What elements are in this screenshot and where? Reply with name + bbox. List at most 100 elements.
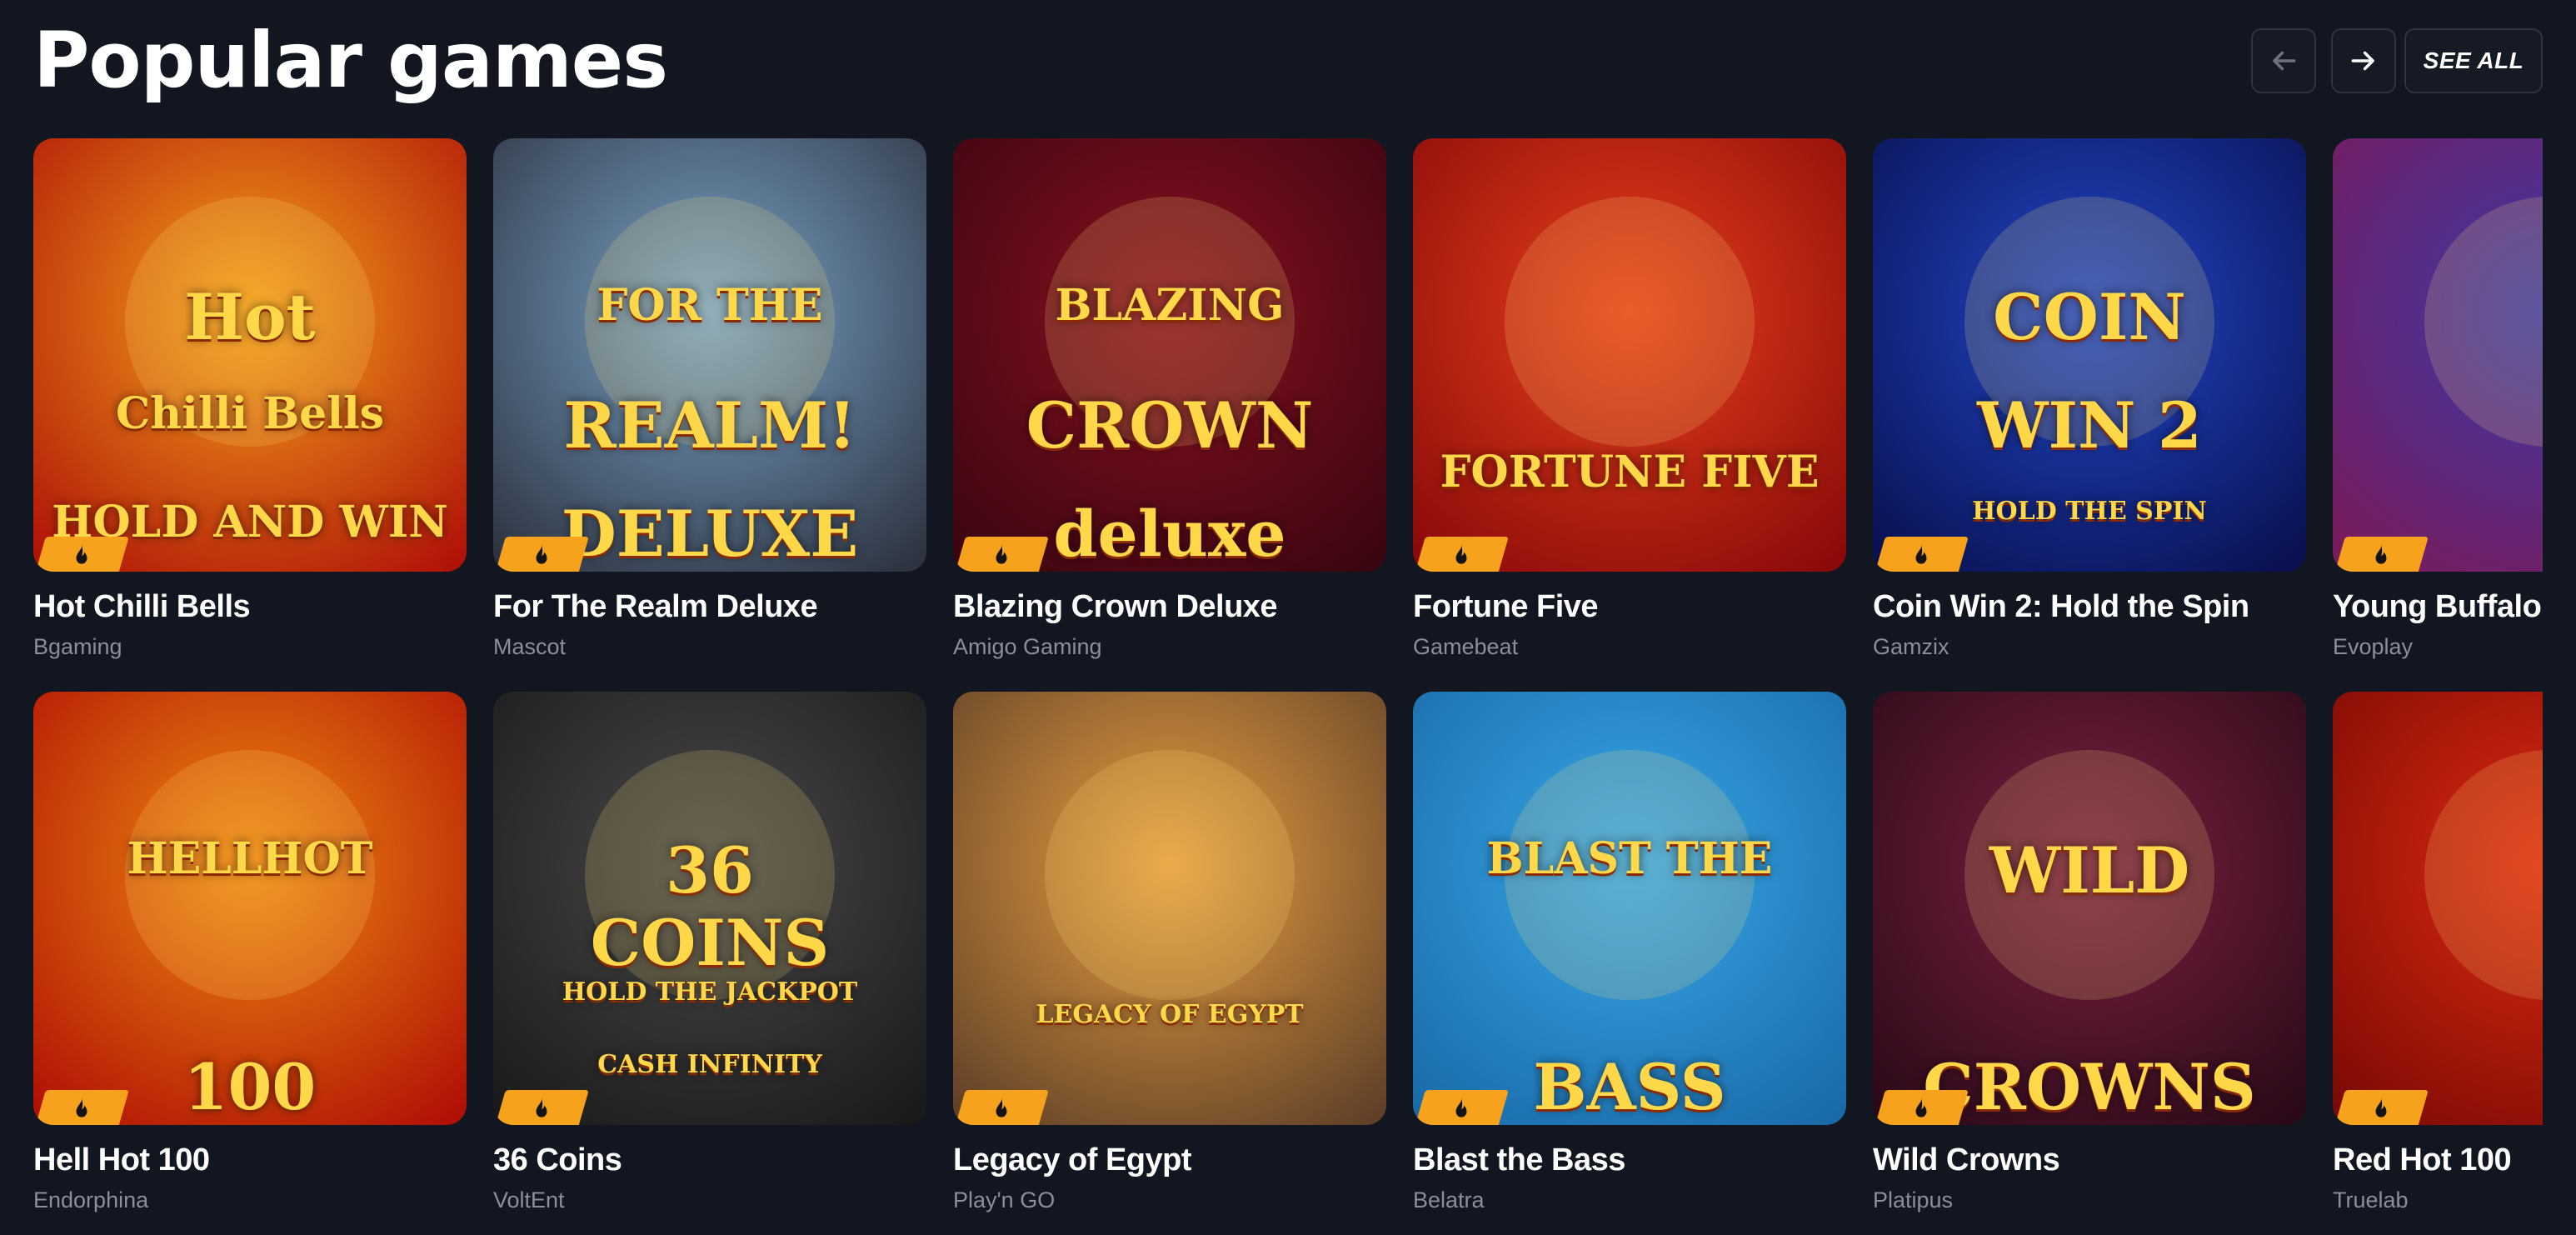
- game-card[interactable]: FORTUNE FIVE Fortune Five Gamebeat: [1413, 138, 1846, 692]
- game-title[interactable]: Fortune Five: [1413, 588, 1599, 625]
- game-thumbnail[interactable]: FORTUNE FIVE: [1413, 138, 1846, 572]
- flame-icon: [1455, 1098, 1467, 1118]
- hot-badge: [34, 1090, 129, 1125]
- game-thumbnail[interactable]: REHO10: [2333, 692, 2543, 1125]
- game-provider: Bgaming: [33, 634, 122, 659]
- flame-icon: [1455, 545, 1467, 564]
- game-thumbnail[interactable]: WILD CROWNS: [1873, 692, 2306, 1125]
- see-all-button[interactable]: SEE ALL: [2404, 28, 2543, 93]
- game-provider: Gamzix: [1873, 634, 1949, 659]
- artwork-text: BUF: [2333, 388, 2543, 462]
- artwork-text: CASH INFINITY: [597, 1050, 822, 1079]
- games-carousel: Hot Chilli Bells HOLD AND WIN Hot Chilli Be…: [33, 138, 2543, 1235]
- arrow-left-icon: [2273, 51, 2296, 71]
- game-title[interactable]: 36 Coins: [493, 1142, 622, 1178]
- game-thumbnail[interactable]: LEGACY OF EGYPT: [953, 692, 1386, 1125]
- artwork-text: CROWN: [1026, 388, 1314, 462]
- artwork-text: 36: [666, 833, 754, 908]
- game-card[interactable]: YOBUFSOYoung Buffalo SongEvoplay: [2333, 138, 2543, 692]
- game-thumbnail[interactable]: YOBUFSO: [2333, 138, 2543, 572]
- hot-badge: [1874, 537, 1969, 572]
- game-thumbnail[interactable]: BLAZING CROWN deluxe: [953, 138, 1386, 572]
- game-title[interactable]: For The Realm Deluxe: [493, 588, 818, 625]
- game-provider: Truelab: [2333, 1188, 2409, 1212]
- section-header: Popular games SEE ALL: [33, 0, 2543, 125]
- artwork-text: REALM!: [563, 388, 856, 462]
- game-card[interactable]: Hot Chilli Bells HOLD AND WIN Hot Chilli Be…: [33, 138, 467, 692]
- game-provider: Evoplay: [2333, 634, 2414, 659]
- artwork-text: HO: [2333, 942, 2543, 1016]
- game-provider: Gamebeat: [1413, 634, 1519, 659]
- game-card[interactable]: WILD CROWNS Wild Crowns Platipus: [1873, 692, 2306, 1235]
- game-title[interactable]: Young Buffalo Song: [2333, 588, 2543, 625]
- section-title: Popular games: [33, 16, 668, 105]
- flame-icon: [76, 1098, 87, 1118]
- artwork-text: FOR THE: [597, 280, 823, 331]
- game-card[interactable]: BLAZING CROWN deluxe Blazing Crown Deluxe Am…: [953, 138, 1386, 692]
- hot-badge: [954, 1090, 1049, 1125]
- artwork-text: WIN 2: [1977, 388, 2202, 462]
- hot-badge: [1414, 1090, 1509, 1125]
- artwork-text: COINS: [590, 905, 830, 980]
- game-artwork: [953, 692, 1386, 1125]
- artwork-text: COIN: [1993, 280, 2186, 354]
- game-title[interactable]: Blazing Crown Deluxe: [953, 588, 1278, 625]
- hot-badge: [2334, 1090, 2429, 1125]
- flame-icon: [996, 545, 1007, 564]
- game-card[interactable]: LEGACY OF EGYPT Legacy of Egypt Play'n GO: [953, 692, 1386, 1235]
- game-provider: Play'n GO: [953, 1188, 1056, 1212]
- games-grid: Hot Chilli Bells HOLD AND WIN Hot Chilli Be…: [33, 138, 2543, 1235]
- game-card[interactable]: HELLHOT 100 Hell Hot 100 Endorphina: [33, 692, 467, 1235]
- hot-badge: [1414, 537, 1509, 572]
- game-thumbnail[interactable]: BLAST THE BASS: [1413, 692, 1846, 1125]
- game-provider: Belatra: [1413, 1188, 1485, 1212]
- artwork-text: HOLD THE SPIN: [1972, 497, 2207, 526]
- artwork-text: FORTUNE FIVE: [1440, 447, 1820, 498]
- game-title[interactable]: Wild Crowns: [1873, 1142, 2060, 1178]
- flame-icon: [536, 1098, 547, 1118]
- game-title[interactable]: Red Hot 100: [2333, 1142, 2512, 1178]
- artwork-text: HOLD THE JACKPOT: [562, 978, 858, 1008]
- game-card[interactable]: REHO10Red Hot 100Truelab: [2333, 692, 2543, 1235]
- flame-icon: [536, 545, 547, 564]
- artwork-text: Chilli Bells: [115, 388, 385, 439]
- flame-icon: [996, 1098, 1007, 1118]
- game-card[interactable]: BLAST THE BASS Blast the Bass Belatra: [1413, 692, 1846, 1235]
- game-title[interactable]: Blast the Bass: [1413, 1142, 1625, 1178]
- artwork-text: RE: [2333, 833, 2543, 908]
- flame-icon: [2375, 1098, 2387, 1118]
- game-thumbnail[interactable]: FOR THE REALM! DELUXE: [493, 138, 926, 572]
- game-provider: Endorphina: [33, 1188, 149, 1212]
- artwork-text: YO: [2333, 280, 2543, 354]
- artwork-text: HELLHOT: [127, 833, 373, 884]
- game-provider: VoltEnt: [493, 1188, 565, 1212]
- game-title[interactable]: Hell Hot 100: [33, 1142, 210, 1178]
- artwork-text: Hot: [184, 280, 316, 354]
- hot-badge: [2334, 537, 2429, 572]
- game-thumbnail[interactable]: Hot Chilli Bells HOLD AND WIN: [33, 138, 467, 572]
- game-card[interactable]: COIN WIN 2 HOLD THE SPIN Coin Win 2: Hold t…: [1873, 138, 2306, 692]
- hot-badge: [954, 537, 1049, 572]
- hot-badge: [494, 537, 589, 572]
- next-button[interactable]: [2331, 28, 2396, 93]
- artwork-text: LEGACY OF EGYPT: [1036, 1000, 1304, 1029]
- game-artwork: [1413, 138, 1846, 572]
- game-title[interactable]: Legacy of Egypt: [953, 1142, 1192, 1178]
- hot-badge: [34, 537, 129, 572]
- game-card[interactable]: FOR THE REALM! DELUXE For The Realm Deluxe M…: [493, 138, 926, 692]
- flame-icon: [2375, 545, 2387, 564]
- artwork-text: BLAST THE: [1486, 833, 1773, 884]
- game-title[interactable]: Coin Win 2: Hold the Spin: [1873, 588, 2249, 625]
- game-provider: Amigo Gaming: [953, 634, 1102, 659]
- game-thumbnail[interactable]: HELLHOT 100: [33, 692, 467, 1125]
- game-card[interactable]: 36 COINS HOLD THE JACKPOT CASH INFINITY 36 C…: [493, 692, 926, 1235]
- game-provider: Mascot: [493, 634, 567, 659]
- flame-icon: [76, 545, 87, 564]
- game-provider: Platipus: [1873, 1188, 1954, 1212]
- previous-button[interactable]: [2251, 28, 2316, 93]
- game-thumbnail[interactable]: 36 COINS HOLD THE JACKPOT CASH INFINITY: [493, 692, 926, 1125]
- game-title[interactable]: Hot Chilli Bells: [33, 588, 251, 625]
- game-thumbnail[interactable]: COIN WIN 2 HOLD THE SPIN: [1873, 138, 2306, 572]
- hot-badge: [1874, 1090, 1969, 1125]
- artwork-text: WILD: [1989, 833, 2190, 908]
